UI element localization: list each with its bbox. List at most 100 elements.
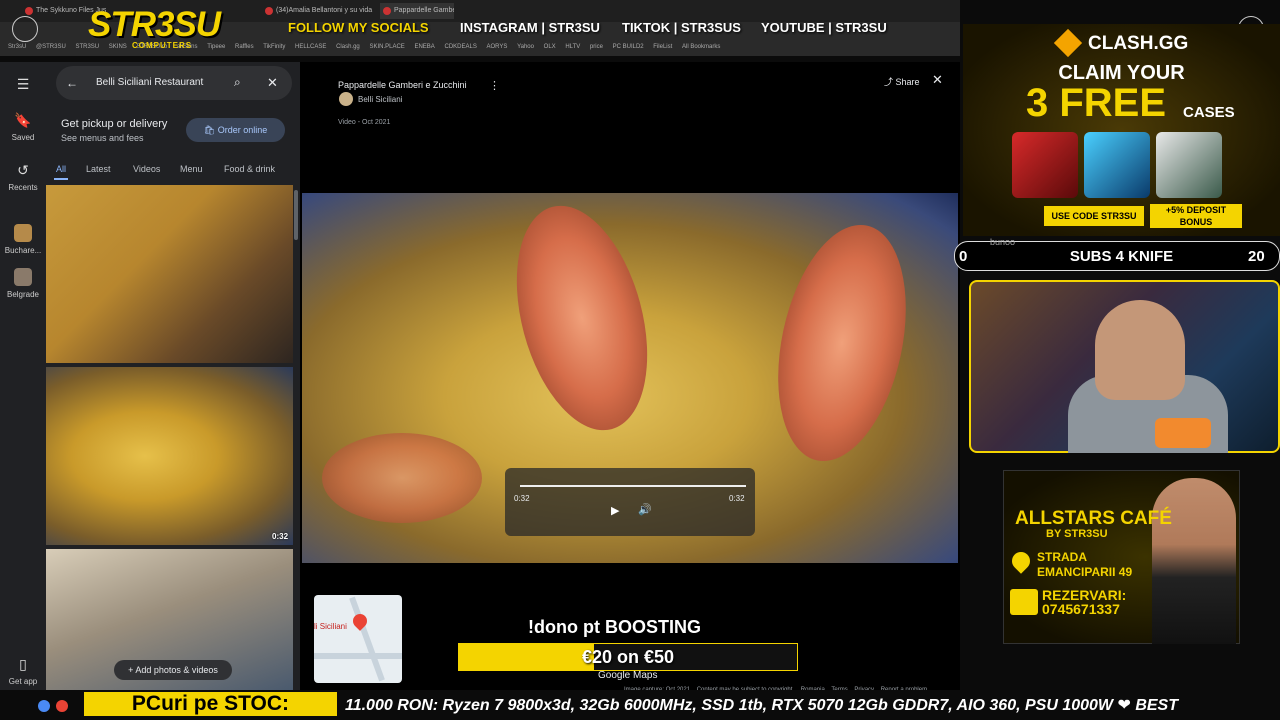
tab-videos[interactable]: Videos [133,164,160,174]
panel-scrollbar[interactable] [294,190,298,240]
bookmark[interactable]: HELLCASE [295,44,326,50]
video-author[interactable]: Belli Siciliani [358,95,402,104]
deposit-bonus-badge: +5% DEPOSIT BONUS [1150,204,1242,228]
place-thumbnail [14,224,32,242]
bookmark[interactable]: PC BUILD2 [613,44,644,50]
subs-brand: bunoo [990,237,1016,247]
clash-brand: CLASH.GG [1088,33,1189,54]
crosshair-icon [12,16,38,42]
volume-icon[interactable]: 🔊 [638,503,652,516]
bookmark[interactable]: Clash.gg [336,44,360,50]
bookmark[interactable]: ENEBA [414,44,434,50]
bookmark[interactable]: TikFinity [263,44,285,50]
shrimp-shape [758,213,926,473]
mini-map[interactable] [314,595,402,683]
browser-tab-active[interactable]: Pappardelle Gamberi e Zuc [380,3,454,19]
cafe-phone: 0745671337 [1042,601,1120,617]
back-arrow-icon[interactable]: ← [66,76,78,90]
maps-side-rail [0,62,46,690]
saved-label: Saved [11,133,35,142]
share-label: Share [895,77,920,87]
donation-title: !dono pt BOOSTING [528,617,701,637]
tab-menu[interactable]: Menu [180,164,203,174]
video-progress-track[interactable] [520,485,746,487]
share-button[interactable]: ⤴ Share [884,75,920,88]
share-icon: ⤴ [884,77,896,87]
user-avatar[interactable] [339,92,353,106]
logo-text: STR3SU [88,5,221,44]
bookmark[interactable]: FileList [653,44,672,50]
close-viewer-icon[interactable]: ✕ [932,72,943,88]
str3su-logo: STR3SU COMPUTERS [88,5,240,51]
pickup-subtitle: See menus and fees [61,133,144,143]
browser-tab[interactable]: (34)Amalia Bellantoni y su vida [262,3,386,19]
webcam-phone [1155,418,1211,448]
bookmark[interactable]: price [590,44,603,50]
bookmark[interactable]: All Bookmarks [682,44,720,50]
history-icon: ↺ [17,162,29,178]
order-online-button[interactable]: 🛍 Order online [186,118,285,142]
photo-interior[interactable] [46,185,293,363]
video-thumbnail-pasta[interactable] [46,367,293,545]
tab-latest[interactable]: Latest [86,164,111,174]
case-red [1012,132,1078,198]
follow-label: FOLLOW MY SOCIALS [288,20,429,35]
search-icon[interactable]: ⌕ [234,75,241,90]
bookmark[interactable]: OLX [544,44,556,50]
recent-place-bucharest[interactable]: Buchare... [0,224,46,255]
ad-free-count: 3 FREE [1026,81,1167,125]
shrimp-shape [322,433,482,523]
menu-button[interactable]: ☰ [0,76,46,97]
case-white [1156,132,1222,198]
total-time: 0:32 [729,494,745,503]
recent-place-label: Buchare... [4,246,42,255]
close-icon[interactable]: ✕ [267,75,278,91]
order-online-label: Order online [217,125,268,135]
google-maps-wordmark: Google Maps [598,670,658,681]
add-photos-button[interactable]: + Add photos & videos [114,660,232,680]
bookmark[interactable]: CDKDEALS [444,44,476,50]
play-icon[interactable]: ▶ [611,504,619,517]
bookmark[interactable]: SKIN.PLACE [369,44,404,50]
tiktok-handle: TIKTOK | STR3SUS [622,20,741,35]
search-input[interactable]: Belli Siciliani Restaurant [96,77,203,88]
youtube-handle: YOUTUBE | STR3SU [761,20,887,35]
phone-icon: ▯ [19,656,27,672]
bookmark-icon: 🔖 [14,112,32,128]
ticker-label: PCuri pe STOC: [84,692,337,716]
add-photos-label: Add photos & videos [135,665,218,675]
ticker-text: 11.000 RON: Ryzen 7 9800x3d, 32Gb 6000MH… [345,697,1178,714]
cafe-street-line2: EMANCIPARII 49 [1037,565,1133,579]
recents-button[interactable]: ↺ Recents [0,162,46,192]
video-progress-fill [520,485,746,487]
bookmark[interactable]: Str3sU [8,44,26,50]
bookmark[interactable]: AORYS [487,44,508,50]
get-app-button[interactable]: ▯ Get app [0,656,46,686]
use-code-badge: USE CODE STR3SU [1044,206,1144,226]
saved-button[interactable]: 🔖 Saved [0,112,46,142]
bookmark[interactable]: Yahoo [517,44,534,50]
taskbar-app-icon[interactable] [56,700,68,712]
cafe-street-line1: STRADA [1037,550,1087,564]
tab-food-drink[interactable]: Food & drink [224,164,275,174]
video-title: Pappardelle Gamberi e Zucchini [338,80,467,90]
bookmark[interactable]: @STR3SU [36,44,66,50]
map-road [349,596,385,682]
current-time: 0:32 [514,494,530,503]
recents-label: Recents [8,183,38,192]
tab-all[interactable]: All [56,164,66,174]
case-blue [1084,132,1150,198]
donation-progress-text: €20 on €50 [581,647,675,667]
cafe-title: ALLSTARS CAFÉ [1015,508,1172,529]
video-duration: 0:32 [272,532,289,541]
bookmark[interactable]: HLTV [565,44,580,50]
recent-place-belgrade[interactable]: Belgrade [0,268,46,299]
active-tab-indicator [54,178,68,180]
cafe-person [1152,478,1236,644]
ad-cases: CASES [1183,104,1235,121]
subs-goal-title: SUBS 4 KNIFE [1069,248,1174,265]
video-controls [505,468,755,536]
map-place-label: li Siciliani [314,622,347,631]
taskbar-browser-icon[interactable] [38,700,50,712]
more-options-icon[interactable]: ⋮ [489,79,500,92]
